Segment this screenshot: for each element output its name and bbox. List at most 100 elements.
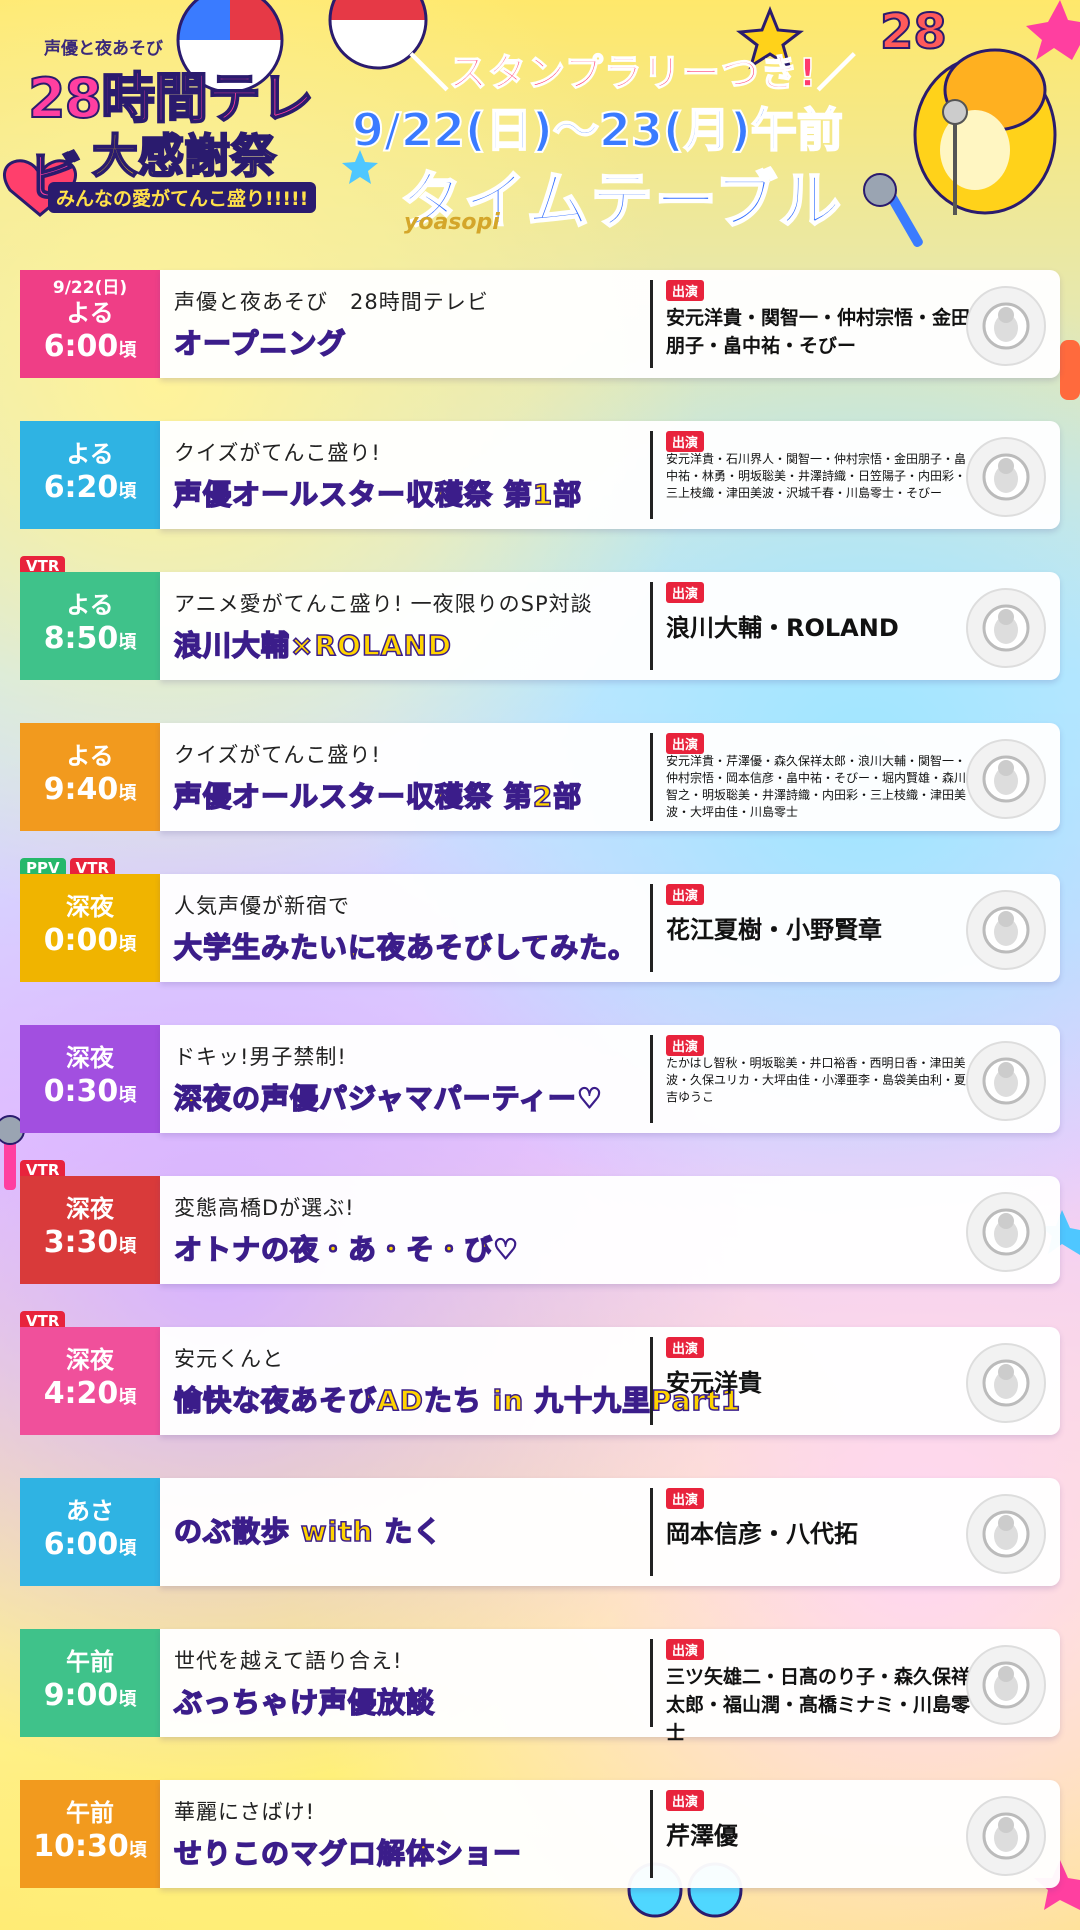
program-card: ドキッ!男子禁制! 深夜の声優パジャマパーティー♡ 出演 たかはし智秋・明坂聡美・井口… [160, 1025, 1060, 1133]
time-box: 深夜 4:20頃 [20, 1327, 160, 1435]
cast-label: 出演 [666, 1488, 705, 1509]
program-row: 午前 9:00頃 世代を越えて語り合え! ぶっちゃけ声優放談 出演 三ツ矢雄二・日髙のり子… [20, 1629, 1060, 1744]
mascot-avatar-icon [966, 1796, 1046, 1876]
divider [650, 1790, 653, 1878]
cast-label: 出演 [666, 582, 705, 603]
cast-list: 安元洋貴・芹澤優・森久保祥太郎・浪川大輔・関智一・仲村宗悟・岡本信彦・畠中祐・そ… [666, 754, 967, 819]
cast-list: 花江夏樹・小野賢章 [666, 916, 882, 944]
program-row: VTR よる 8:50頃 アニメ愛がてんこ盛り! 一夜限りのSP対談 浪川大輔×ROLA… [20, 556, 1060, 680]
program-card: 安元くんと愉快な夜あそびADたち in 九十九里Part1 出演安元洋貴 [160, 1327, 1060, 1435]
air-time: 4:20頃 [43, 1376, 137, 1411]
program-card: 声優と夜あそび 28時間テレビ オープニング 出演 安元洋貴・関智一・仲村宗悟・金田朋… [160, 270, 1060, 378]
time-period: 午前 [66, 1648, 114, 1676]
mascot-avatar-icon [966, 1494, 1046, 1574]
logo-tagline: みんなの愛がてんこ盛り!!!!! [48, 182, 317, 213]
time-box: 午前 10:30頃 [20, 1780, 160, 1888]
time-box: 深夜 0:30頃 [20, 1025, 160, 1133]
cast-label: 出演 [666, 280, 705, 301]
program-card: クイズがてんこ盛り! 声優オールスター収穫祭 第1部 出演 安元洋貴・石川界人・関智一… [160, 421, 1060, 529]
time-period: よる [66, 742, 114, 770]
logo-sub-text: 大感謝祭 [91, 128, 277, 184]
cast-label: 出演 [666, 884, 705, 905]
program-title: せりこのマグロ解体ショー [173, 1836, 523, 1871]
program-subtitle: アニメ愛がてんこ盛り! 一夜限りのSP対談 [174, 592, 593, 616]
air-time: 10:30頃 [33, 1829, 147, 1864]
mascot-avatar-icon [966, 286, 1046, 366]
time-suffix: 頃 [118, 1387, 137, 1408]
program-subtitle: 安元くんと [174, 1347, 284, 1371]
time-suffix: 頃 [118, 340, 137, 361]
program-title: 大学生みたいに夜あそびしてみた。 [173, 930, 638, 965]
mascot-avatar-icon [966, 1192, 1046, 1272]
cast-label: 出演 [666, 1337, 705, 1358]
cast-list: 芹澤優 [666, 1822, 738, 1850]
time-period: 午前 [66, 1799, 114, 1827]
time-period: 深夜 [66, 893, 114, 921]
program-title: 愉快な夜あそびADたち in 九十九里Part1 [173, 1383, 742, 1418]
cast-list: 安元洋貴 [666, 1369, 762, 1397]
time-suffix: 頃 [118, 783, 137, 804]
mascot-avatar-icon [966, 739, 1046, 819]
program-card: のぶ散歩 with たく 出演 岡本信彦・八代拓 [160, 1478, 1060, 1586]
program-card: 世代を越えて語り合え! ぶっちゃけ声優放談 出演 三ツ矢雄二・日髙のり子・森久保祥太郎… [160, 1629, 1060, 1744]
program-subtitle: 世代を越えて語り合え! [174, 1649, 403, 1673]
time-suffix: 頃 [118, 934, 137, 955]
time-period: 深夜 [66, 1195, 114, 1223]
time-box: 9/22(日) よる 6:00頃 [20, 270, 160, 378]
cast-list: 安元洋貴・関智一・仲村宗悟・金田朋子・畠中祐・そびー [666, 307, 971, 357]
program-row: VTR 深夜 3:30頃 変態高橋Dが選ぶ! オトナの夜・あ・そ・び♡ [20, 1160, 1060, 1284]
program-row: PPV VTR 深夜 0:00頃 人気声優が新宿で 大学生みたいに夜あそびしてみた。 出演花… [20, 858, 1060, 982]
time-period: あさ [66, 1497, 114, 1525]
popsicle-icon [1060, 340, 1080, 400]
time-suffix: 頃 [118, 1085, 137, 1106]
air-time: 6:20頃 [43, 470, 137, 505]
program-title: ぶっちゃけ声優放談 [173, 1685, 436, 1720]
divider [650, 280, 653, 368]
header: 声優と夜あそび 28時間テレビ 大感謝祭 みんなの愛がてんこ盛り!!!!! ＼ス… [0, 0, 1080, 260]
time-suffix: 頃 [118, 1689, 137, 1710]
program-row: よる 9:40頃 クイズがてんこ盛り! 声優オールスター収穫祭 第2部 出演 安元洋貴・芹… [20, 723, 1060, 831]
time-suffix: 頃 [118, 1538, 137, 1559]
program-title: 声優オールスター収穫祭 第2部 [173, 779, 583, 814]
air-time: 0:00頃 [43, 923, 137, 958]
stamp-rally-banner: ＼スタンプラリーつき!／ [409, 50, 857, 96]
divider [650, 1337, 653, 1425]
cast-label: 出演 [666, 733, 705, 754]
cast-label: 出演 [666, 431, 705, 452]
program-title: 浪川大輔×ROLAND [173, 628, 453, 663]
program-card: アニメ愛がてんこ盛り! 一夜限りのSP対談 浪川大輔×ROLAND 出演 浪川大輔・R… [160, 572, 1060, 680]
program-card: 変態高橋Dが選ぶ! オトナの夜・あ・そ・び♡ [160, 1176, 1060, 1284]
program-subtitle: 声優と夜あそび 28時間テレビ [174, 290, 489, 314]
program-title: 深夜の声優パジャマパーティー♡ [173, 1081, 604, 1116]
brand-mark: yoasopi [404, 210, 500, 235]
divider [650, 884, 653, 972]
air-date: 9/22(日) [52, 278, 128, 298]
divider [650, 582, 653, 670]
time-period: よる [66, 591, 114, 619]
program-subtitle: クイズがてんこ盛り! [174, 743, 381, 767]
cast-list: 岡本信彦・八代拓 [666, 1520, 858, 1548]
program-row: あさ 6:00頃 のぶ散歩 with たく 出演 岡本信彦・八代拓 [20, 1478, 1060, 1586]
program-subtitle: 変態高橋Dが選ぶ! [174, 1196, 355, 1220]
mascot-avatar-icon [966, 1041, 1046, 1121]
cast-label: 出演 [666, 1790, 705, 1811]
program-row: 深夜 0:30頃 ドキッ!男子禁制! 深夜の声優パジャマパーティー♡ 出演 たかはし智秋・… [20, 1025, 1060, 1133]
program-card: クイズがてんこ盛り! 声優オールスター収穫祭 第2部 出演 安元洋貴・芹澤優・森久保祥… [160, 723, 1060, 831]
air-time: 3:30頃 [43, 1225, 137, 1260]
time-box: よる 9:40頃 [20, 723, 160, 831]
time-period: 深夜 [66, 1044, 114, 1072]
time-suffix: 頃 [128, 1840, 147, 1861]
program-card: 人気声優が新宿で 大学生みたいに夜あそびしてみた。 出演 花江夏樹・小野賢章 [160, 874, 1060, 982]
time-box: よる 8:50頃 [20, 572, 160, 680]
program-row: 午前 10:30頃 華麗にさばけ! せりこのマグロ解体ショー 出演 芹澤優 [20, 1780, 1060, 1888]
mascot-avatar-icon [966, 1645, 1046, 1725]
time-period: 深夜 [66, 1346, 114, 1374]
air-time: 8:50頃 [43, 621, 137, 656]
divider [650, 431, 653, 519]
cast-label: 出演 [666, 1035, 705, 1056]
program-subtitle: クイズがてんこ盛り! [174, 441, 381, 465]
time-box: 深夜 0:00頃 [20, 874, 160, 982]
program-card: 華麗にさばけ! せりこのマグロ解体ショー 出演 芹澤優 [160, 1780, 1060, 1888]
time-box: 午前 9:00頃 [20, 1629, 160, 1737]
time-period: よる [66, 440, 114, 468]
